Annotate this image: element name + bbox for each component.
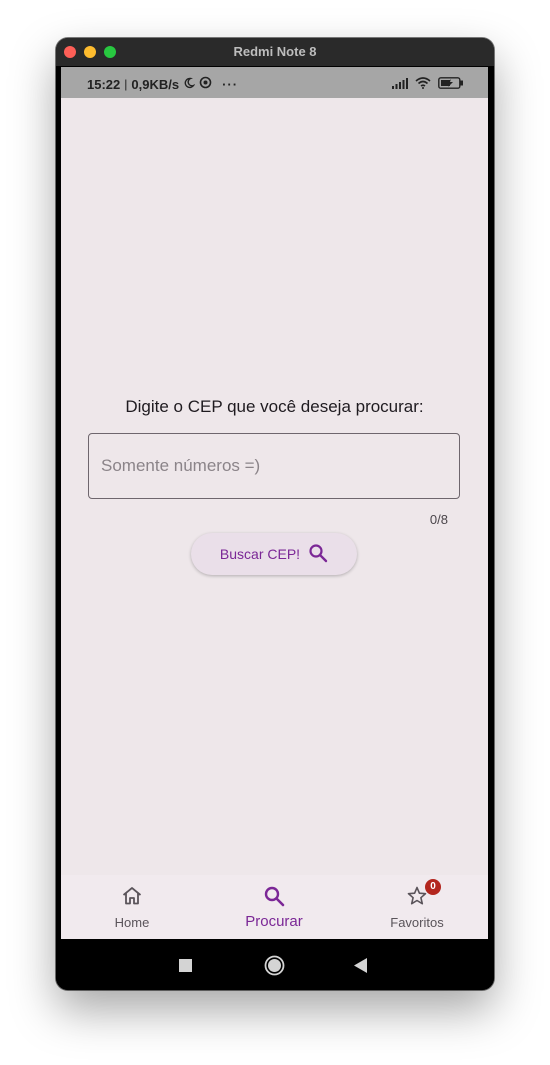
home-circle-button[interactable] (264, 955, 285, 981)
nav-item-home[interactable]: Home (61, 875, 203, 939)
network-speed: 0,9KB/s (131, 76, 180, 92)
nav-label-favoritos: Favoritos (390, 915, 444, 930)
back-button[interactable] (354, 958, 368, 978)
phone-screen: 15:22 | 0,9KB/s ··· Digite o CEP que voc… (61, 67, 488, 939)
moon-icon (183, 77, 196, 92)
emulator-window: Redmi Note 8 15:22 | 0,9KB/s ··· Digite … (56, 38, 494, 990)
window-title: Redmi Note 8 (233, 44, 317, 59)
search-icon (308, 543, 328, 566)
data-saver-icon (199, 76, 212, 92)
nav-label-home: Home (114, 915, 150, 930)
favorites-count-badge: 0 (425, 879, 441, 895)
recents-button[interactable] (179, 959, 192, 977)
system-navigation-bar (56, 939, 494, 990)
cep-prompt: Digite o CEP que você deseja procurar: (125, 397, 424, 416)
home-icon (121, 885, 143, 912)
search-button-label: Buscar CEP! (219, 546, 301, 562)
window-titlebar: Redmi Note 8 (56, 38, 494, 66)
wifi-icon (415, 76, 431, 94)
status-time: 15:22 (87, 76, 121, 92)
battery-charging-icon (438, 76, 464, 94)
search-cep-button[interactable]: Buscar CEP! (191, 533, 357, 575)
bottom-navigation: Home Procurar 0 Favoritos (61, 875, 488, 939)
more-notifications-icon: ··· (222, 76, 239, 92)
nav-item-procurar[interactable]: Procurar (203, 875, 345, 939)
signal-icon (392, 76, 408, 94)
status-separator: | (124, 77, 128, 91)
cep-input[interactable] (89, 434, 459, 498)
character-counter: 0/8 (429, 512, 448, 527)
cep-field[interactable] (88, 433, 460, 499)
nav-label-procurar: Procurar (245, 913, 303, 930)
status-bar: 15:22 | 0,9KB/s ··· (61, 67, 488, 98)
search-icon (263, 885, 285, 912)
nav-item-favoritos[interactable]: 0 Favoritos (346, 875, 488, 939)
